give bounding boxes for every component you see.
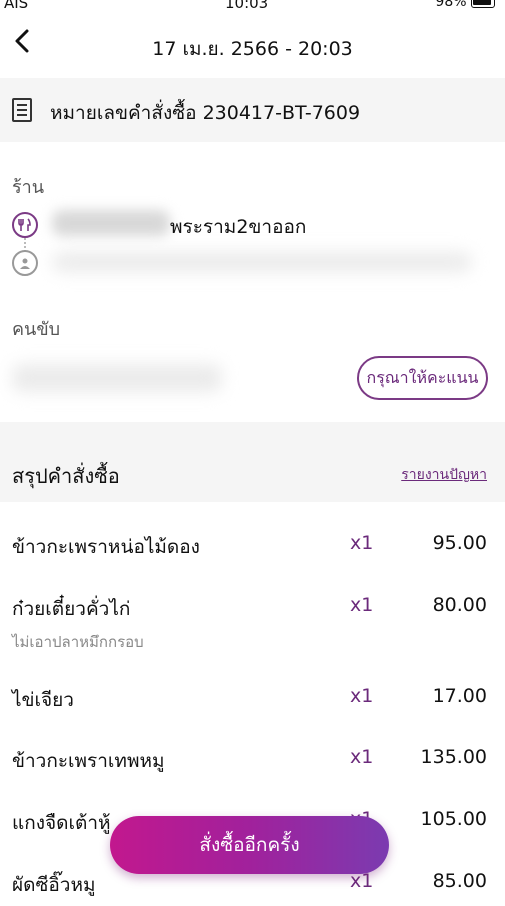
order-number: หมายเลขคำสั่งซื้อ 230417-BT-7609 [50,102,361,124]
item-quantity: x1 [350,746,374,768]
report-problem-link[interactable]: รายงานปัญหา [401,464,487,486]
order-summary-bar: สรุปคำสั่งซื้อ รายงานปัญหา [0,422,505,502]
rate-driver-button[interactable]: กรุณาให้คะแนน [357,356,488,400]
item-quantity: x1 [350,685,374,707]
store-section-label: ร้าน [12,177,45,198]
item-name: ข้าวกะเพราหน่อไม้ดอง [12,536,200,558]
item-name: ไข่เจียว [12,689,74,711]
status-right: 98% [435,0,495,10]
order-number-bar: หมายเลขคำสั่งซื้อ 230417-BT-7609 [0,78,505,142]
carrier-label: AIS [4,0,29,12]
item-price: 95.00 [432,532,487,554]
battery-percent: 98% [435,0,467,10]
item-name: แกงจืดเต้าหู้ [12,812,111,834]
driver-name-redacted [12,364,222,392]
delivery-address-redacted [52,252,472,272]
item-price: 80.00 [432,594,487,616]
receipt-icon [12,98,32,122]
item-note: ไม่เอาปลาหมึกกรอบ [12,633,144,651]
page-title: 17 เม.ย. 2566 - 20:03 [152,38,353,60]
item-name: ข้าวกะเพราเทพหมู [12,750,165,772]
item-price: 135.00 [420,746,487,768]
summary-title: สรุปคำสั่งซื้อ [12,464,120,488]
driver-section-label: คนขับ [12,319,61,340]
battery-icon [471,0,495,8]
item-quantity: x1 [350,532,374,554]
nav-header: 17 เม.ย. 2566 - 20:03 [0,12,505,76]
item-quantity: x1 [350,594,374,616]
item-price: 17.00 [432,685,487,707]
status-time: 10:03 [225,0,269,12]
status-bar: AIS 10:03 98% [0,0,505,12]
item-name: ก๋วยเตี๋ยวคั่วไก่ [12,598,131,620]
customer-pin-icon [12,250,38,276]
item-name: ผัดซีอิ๊วหมู [12,874,96,896]
item-price: 105.00 [420,808,487,830]
restaurant-icon [12,212,38,238]
item-price: 85.00 [432,870,487,892]
reorder-button[interactable]: สั่งซื้ออีกครั้ง [110,816,389,874]
store-name: พระราม2ขาออก [170,216,307,238]
store-name-redacted [52,210,170,236]
